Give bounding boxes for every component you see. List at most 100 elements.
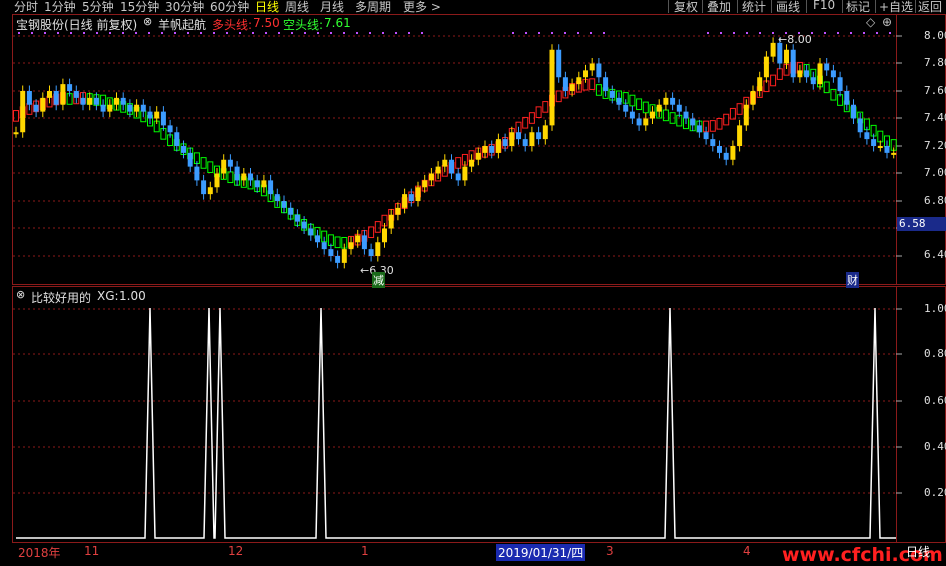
signal-dot: [408, 32, 410, 34]
candle-body: [877, 146, 883, 148]
candle-body: [288, 207, 294, 215]
expand-icon[interactable]: ⊕: [882, 15, 892, 29]
period-label[interactable]: 日线: [906, 543, 930, 560]
candle-body: [154, 111, 160, 119]
candle-body: [609, 91, 615, 98]
signal-dot: [278, 32, 280, 34]
candle-body: [13, 132, 19, 135]
candle-body: [482, 146, 488, 153]
candle-body: [489, 146, 495, 153]
candle-body: [395, 207, 401, 215]
candle-body: [167, 125, 173, 133]
candle-body: [730, 146, 736, 160]
candle-body: [830, 70, 836, 78]
candle-body: [750, 91, 756, 105]
candle-body: [388, 214, 394, 229]
cloud-bar: [334, 236, 341, 249]
signal-dot: [720, 32, 722, 34]
candle-body: [770, 42, 776, 57]
chevron-down-icon[interactable]: ⊗: [143, 15, 152, 28]
candle-body: [623, 104, 629, 112]
date-label: 4: [743, 544, 751, 558]
candle-body: [80, 97, 86, 105]
cloud-bar: [200, 157, 207, 169]
kline-chart: [13, 32, 902, 539]
candle-body: [542, 125, 548, 140]
candle-body: [502, 139, 508, 146]
candle-body: [181, 146, 186, 153]
candle-body: [93, 97, 99, 105]
candle-body: [743, 104, 749, 126]
price-tick: 7.60: [924, 84, 946, 97]
candle-body: [294, 214, 300, 222]
candle-body: [375, 242, 381, 256]
candle-body: [281, 201, 287, 208]
signal-dot: [707, 32, 709, 34]
cloud-bar: [589, 78, 596, 90]
date-label: 3: [606, 544, 614, 558]
cloud-bar: [542, 101, 549, 113]
candle-body: [596, 63, 602, 78]
sub-tick: 1.00: [924, 302, 946, 315]
candle-body: [140, 104, 146, 112]
signal-dot: [148, 32, 150, 34]
cloud-bar: [776, 68, 783, 80]
price-tick: 6.40: [924, 248, 946, 261]
candle-body: [261, 180, 267, 188]
candle-body: [134, 104, 140, 112]
diamond-icon[interactable]: ◇: [866, 15, 875, 29]
signal-dot: [733, 32, 735, 34]
candle-body: [422, 180, 428, 188]
candle-body: [361, 235, 367, 250]
xg-label: XG:: [97, 289, 119, 303]
signal-dot: [551, 32, 553, 34]
candle-body: [428, 173, 434, 181]
reduce-marker[interactable]: 减: [372, 272, 385, 288]
candle-body: [254, 180, 260, 188]
candle-body: [522, 139, 528, 146]
candle-body: [797, 70, 803, 78]
candle-body: [73, 91, 79, 98]
candle-body: [408, 194, 414, 201]
signal-dot: [603, 32, 605, 34]
candle-body: [690, 118, 696, 126]
candle-body: [509, 132, 515, 146]
cloud-bar: [522, 116, 529, 129]
signal-dot: [577, 32, 579, 34]
candle-body: [194, 166, 200, 181]
candle-body: [20, 91, 26, 133]
candle-body: [703, 132, 709, 140]
candle-body: [301, 221, 307, 229]
signal-dot: [265, 32, 267, 34]
candle-body: [382, 228, 387, 243]
sub-indicator-name: 比较好用的: [31, 291, 92, 305]
bull-line-value: 7.50: [253, 16, 280, 30]
candle-body: [234, 166, 240, 181]
cloud-bar: [642, 101, 649, 114]
cloud-bar: [207, 161, 214, 173]
candle-body: [114, 97, 119, 105]
finance-marker[interactable]: 财: [846, 272, 859, 288]
current-price-badge: 6.58: [897, 217, 946, 231]
signal-dot: [772, 32, 774, 34]
candle-body: [683, 111, 689, 119]
signal-dot: [564, 32, 566, 34]
candle-body: [348, 242, 354, 250]
candle-body: [717, 146, 722, 153]
candle-body: [784, 49, 789, 64]
signal-dot: [889, 32, 891, 34]
candle-body: [804, 70, 810, 78]
candle-body: [47, 91, 52, 98]
candle-body: [844, 91, 850, 105]
price-tick: 7.00: [924, 166, 946, 179]
signal-dot: [850, 32, 852, 34]
signal-dot: [837, 32, 839, 34]
cloud-bar: [723, 113, 730, 126]
candle-body: [475, 152, 481, 160]
cloud-bar: [535, 106, 542, 118]
sub-tick: 0.40: [924, 440, 946, 453]
candle-body: [315, 235, 320, 243]
settings-icon[interactable]: ⊗: [16, 288, 25, 301]
candle-body: [810, 77, 816, 85]
candle-body: [569, 84, 575, 91]
